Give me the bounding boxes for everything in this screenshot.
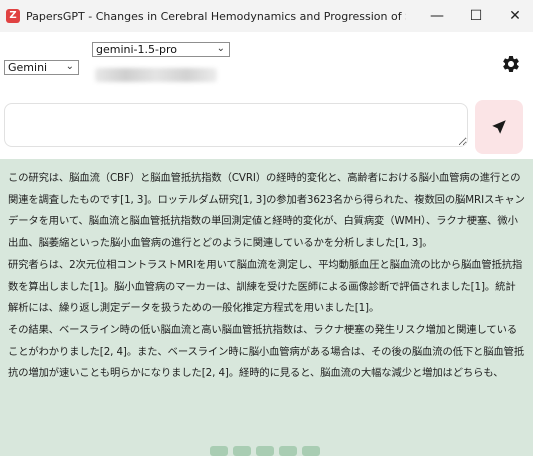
- response-paragraph: その結果、ベースライン時の低い脳血流と高い脳血管抵抗指数は、ラクナ梗塞の発生リス…: [8, 323, 525, 380]
- loading-dot: [210, 446, 228, 456]
- provider-value: Gemini: [8, 61, 48, 74]
- app-logo-icon: Z: [6, 9, 20, 23]
- settings-button[interactable]: [498, 51, 524, 77]
- provider-select[interactable]: Gemini ⌄: [4, 60, 79, 75]
- loading-dot: [256, 446, 274, 456]
- api-key-field-redacted[interactable]: [95, 68, 217, 82]
- chevron-down-icon: ⌄: [65, 61, 74, 72]
- response-paragraph: この研究は、脳血流（CBF）と脳血管抵抗指数（CVRI）の経時的変化と、高齢者に…: [8, 172, 525, 250]
- window-title: PapersGPT - Changes in Cerebral Hemodyna…: [26, 9, 406, 23]
- close-icon: ✕: [509, 8, 521, 24]
- response-paragraph: 研究者らは、2次元位相コントラストMRIを用いて脳血流を測定し、平均動脈血圧と脳…: [8, 258, 523, 315]
- maximize-icon: ☐: [469, 8, 483, 24]
- settings-toolbar: Gemini ⌄ gemini-1.5-pro ⌄: [0, 32, 533, 97]
- gear-icon: [503, 55, 519, 72]
- loading-indicator: [210, 446, 320, 456]
- minimize-icon: —: [430, 8, 444, 24]
- prompt-input[interactable]: [4, 103, 468, 147]
- response-panel: この研究は、脳血流（CBF）と脳血管抵抗指数（CVRI）の経時的変化と、高齢者に…: [0, 159, 533, 453]
- loading-dot: [233, 446, 251, 456]
- prompt-row: [0, 97, 533, 159]
- loading-dot: [302, 446, 320, 456]
- model-select[interactable]: gemini-1.5-pro ⌄: [92, 42, 230, 57]
- send-icon: [492, 120, 506, 134]
- model-value: gemini-1.5-pro: [96, 43, 177, 56]
- send-button[interactable]: [475, 100, 523, 154]
- loading-dot: [279, 446, 297, 456]
- close-button[interactable]: ✕: [492, 0, 533, 32]
- title-bar: Z PapersGPT - Changes in Cerebral Hemody…: [0, 0, 533, 32]
- chevron-down-icon: ⌄: [216, 43, 225, 54]
